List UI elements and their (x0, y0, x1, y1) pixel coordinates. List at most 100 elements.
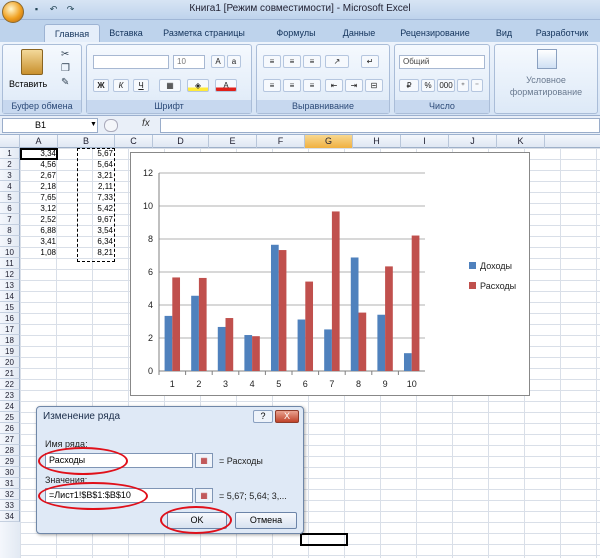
tab-view[interactable]: Вид (490, 24, 518, 42)
row-header[interactable]: 14 (0, 291, 20, 302)
row-header[interactable]: 9 (0, 236, 20, 247)
row-header[interactable]: 10 (0, 247, 20, 258)
orientation-icon[interactable]: ↗ (325, 55, 349, 68)
row-header[interactable]: 12 (0, 269, 20, 280)
conditional-formatting-label-2[interactable]: форматирование (495, 87, 597, 97)
paste-icon[interactable] (21, 49, 43, 75)
range-picker-icon[interactable]: ▦ (195, 453, 213, 468)
column-header[interactable]: G (305, 135, 353, 148)
row-header[interactable]: 25 (0, 412, 20, 423)
row-header[interactable]: 4 (0, 181, 20, 192)
column-header[interactable]: B (58, 135, 115, 148)
thousands-separator-button[interactable]: 000 (437, 79, 455, 92)
select-all-corner[interactable] (0, 135, 20, 148)
formula-input[interactable] (160, 118, 600, 133)
row-header[interactable]: 19 (0, 346, 20, 357)
cancel-button[interactable]: Отмена (235, 512, 297, 529)
office-button-icon[interactable] (2, 1, 24, 23)
cell-a4[interactable]: 2,18 (20, 181, 58, 192)
column-header[interactable]: I (401, 135, 449, 148)
shrink-font-icon[interactable]: a (227, 55, 241, 68)
conditional-formatting-icon[interactable] (537, 49, 557, 69)
name-box[interactable]: B1 (2, 118, 98, 133)
row-header[interactable]: 15 (0, 302, 20, 313)
align-center-icon[interactable]: ≡ (283, 79, 301, 92)
row-header[interactable]: 26 (0, 423, 20, 434)
cell-a7[interactable]: 2,52 (20, 214, 58, 225)
bold-button[interactable]: Ж (93, 79, 109, 92)
close-button[interactable]: X (275, 410, 299, 423)
decrease-indent-icon[interactable]: ⇤ (325, 79, 343, 92)
copy-icon[interactable]: ❐ (61, 63, 70, 74)
cell-a9[interactable]: 3,41 (20, 236, 58, 247)
row-header[interactable]: 29 (0, 456, 20, 467)
row-header[interactable]: 7 (0, 214, 20, 225)
row-header[interactable]: 22 (0, 379, 20, 390)
tab-home[interactable]: Главная (44, 24, 100, 42)
row-header[interactable]: 32 (0, 489, 20, 500)
conditional-formatting-label[interactable]: Условное (495, 75, 597, 85)
column-header[interactable]: E (209, 135, 257, 148)
row-header[interactable]: 3 (0, 170, 20, 181)
tab-data[interactable]: Данные (334, 24, 384, 42)
row-header[interactable]: 24 (0, 401, 20, 412)
underline-button[interactable]: Ч (133, 79, 149, 92)
font-name-combo[interactable] (93, 55, 169, 69)
row-header[interactable]: 17 (0, 324, 20, 335)
cell-a10[interactable]: 1,08 (20, 247, 58, 258)
row-header[interactable]: 1 (0, 148, 20, 159)
row-header[interactable]: 6 (0, 203, 20, 214)
row-header[interactable]: 30 (0, 467, 20, 478)
wrap-text-icon[interactable]: ↵ (361, 55, 379, 68)
number-format-combo[interactable]: Общий (399, 55, 485, 69)
bar-chart[interactable]: 0 2 4 6 8 10 12 1 2 3 4 5 6 7 8 9 10 Доходы Расходы (130, 152, 530, 396)
column-header[interactable]: K (497, 135, 545, 148)
increase-decimal-icon[interactable]: ⁺ (457, 79, 469, 92)
italic-button[interactable]: К (113, 79, 129, 92)
format-painter-icon[interactable]: ✎ (61, 77, 69, 88)
cell-a5[interactable]: 7,65 (20, 192, 58, 203)
paste-button[interactable]: Вставить (9, 79, 47, 89)
range-picker-icon[interactable]: ▦ (195, 488, 213, 503)
align-bottom-icon[interactable]: ≡ (303, 55, 321, 68)
column-header[interactable]: A (20, 135, 58, 148)
column-header[interactable]: H (353, 135, 401, 148)
tab-developer[interactable]: Разработчик (530, 24, 594, 42)
tab-page-layout[interactable]: Разметка страницы (158, 24, 250, 42)
row-header[interactable]: 27 (0, 434, 20, 445)
row-header[interactable]: 13 (0, 280, 20, 291)
fill-color-icon[interactable]: ◈ (187, 79, 209, 92)
cell-a8[interactable]: 6,88 (20, 225, 58, 236)
column-header[interactable]: J (449, 135, 497, 148)
row-header[interactable]: 23 (0, 390, 20, 401)
tab-review[interactable]: Рецензирование (394, 24, 476, 42)
tab-formulas[interactable]: Формулы (266, 24, 326, 42)
decrease-decimal-icon[interactable]: ⁻ (471, 79, 483, 92)
column-header[interactable]: D (153, 135, 209, 148)
row-header[interactable]: 33 (0, 500, 20, 511)
row-header[interactable]: 31 (0, 478, 20, 489)
name-box-dropdown-icon[interactable]: ▼ (90, 121, 97, 128)
align-top-icon[interactable]: ≡ (263, 55, 281, 68)
currency-icon[interactable]: ₽ (399, 79, 419, 92)
font-size-combo[interactable]: 10 (173, 55, 205, 69)
merge-center-icon[interactable]: ⊟ (365, 79, 383, 92)
align-right-icon[interactable]: ≡ (303, 79, 321, 92)
column-header[interactable]: F (257, 135, 305, 148)
row-header[interactable]: 34 (0, 511, 20, 522)
tab-insert[interactable]: Вставка (100, 24, 152, 42)
row-header[interactable]: 16 (0, 313, 20, 324)
borders-icon[interactable]: ▦ (159, 79, 181, 92)
column-header[interactable]: C (115, 135, 153, 148)
align-left-icon[interactable]: ≡ (263, 79, 281, 92)
row-header[interactable]: 5 (0, 192, 20, 203)
help-button[interactable]: ? (253, 410, 273, 423)
insert-function-button[interactable]: fx (142, 118, 150, 129)
row-header[interactable]: 11 (0, 258, 20, 269)
cell-a2[interactable]: 4,56 (20, 159, 58, 170)
row-header[interactable]: 21 (0, 368, 20, 379)
align-middle-icon[interactable]: ≡ (283, 55, 301, 68)
cell-a3[interactable]: 2,67 (20, 170, 58, 181)
formula-bar-handle-icon[interactable] (104, 119, 118, 132)
row-header[interactable]: 18 (0, 335, 20, 346)
